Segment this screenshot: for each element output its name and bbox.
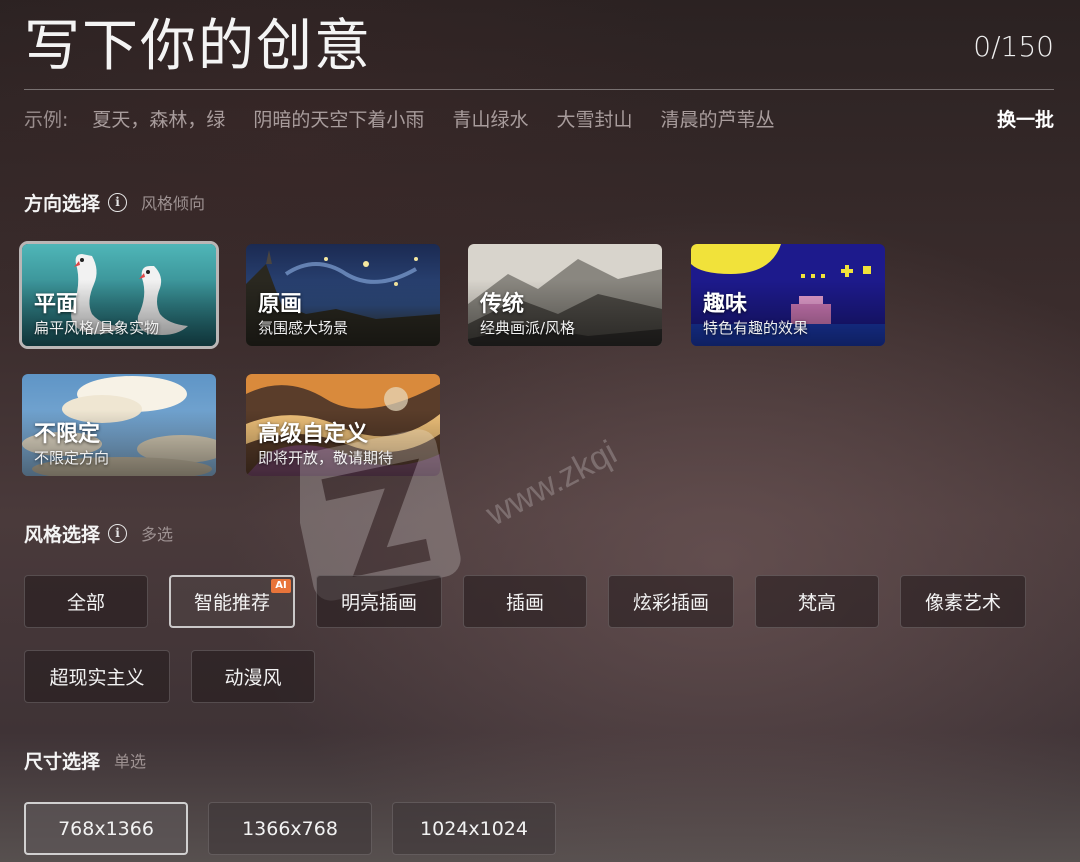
card-description: 氛围感大场景 xyxy=(258,319,349,337)
style-chip-surrealism[interactable]: 超现实主义 xyxy=(24,650,170,703)
style-label: 风格选择 xyxy=(24,523,101,546)
card-title: 不限定 xyxy=(34,422,101,447)
direction-sub: 风格倾向 xyxy=(141,194,206,213)
card-title: 原画 xyxy=(258,292,303,317)
card-description: 经典画派/风格 xyxy=(480,319,576,337)
header: 写下你的创意 0/150 xyxy=(24,14,1054,90)
example-item[interactable]: 大雪封山 xyxy=(556,105,632,132)
card-description: 不限定方向 xyxy=(34,449,110,467)
card-description: 扁平风格/具象实物 xyxy=(34,319,160,337)
card-title: 趣味 xyxy=(703,292,748,317)
card-title: 传统 xyxy=(480,292,525,317)
size-option-1366x768[interactable]: 1366x768 xyxy=(208,802,372,855)
example-item[interactable]: 清晨的芦苇丛 xyxy=(660,105,774,132)
size-option-1024x1024[interactable]: 1024x1024 xyxy=(392,802,556,855)
style-chip-van-gogh[interactable]: 梵高 xyxy=(755,575,879,628)
example-item[interactable]: 青山绿水 xyxy=(452,105,528,132)
card-description: 特色有趣的效果 xyxy=(703,319,809,337)
size-section-header: 尺寸选择 单选 xyxy=(24,747,146,773)
example-item[interactable]: 阴暗的天空下着小雨 xyxy=(253,105,424,132)
examples-lead: 示例: xyxy=(24,108,69,131)
card-title: 高级自定义 xyxy=(258,422,369,447)
style-chip-colorful-illustration[interactable]: 炫彩插画 xyxy=(608,575,734,628)
direction-card-flat[interactable]: 平面 扁平风格/具象实物 xyxy=(19,241,219,349)
direction-card-traditional[interactable]: 传统 经典画派/风格 xyxy=(468,244,662,346)
direction-card-advanced-custom[interactable]: 高级自定义 即将开放，敬请期待 xyxy=(246,374,440,476)
style-chip-illustration[interactable]: 插画 xyxy=(463,575,587,628)
card-title: 平面 xyxy=(34,292,79,317)
prompt-title[interactable]: 写下你的创意 xyxy=(24,14,372,80)
watermark-text: www.zkqi xyxy=(479,433,623,534)
info-icon[interactable]: i xyxy=(108,192,128,212)
card-description: 即将开放，敬请期待 xyxy=(258,449,394,467)
example-item[interactable]: 夏天，森林，绿 xyxy=(92,105,225,132)
direction-label: 方向选择 xyxy=(24,192,101,215)
chip-label: 智能推荐 xyxy=(193,592,270,614)
info-icon[interactable]: i xyxy=(108,523,128,543)
ai-badge: AI xyxy=(271,579,291,593)
direction-section-header: 方向选择 i 风格倾向 xyxy=(24,189,205,215)
size-sub: 单选 xyxy=(114,752,147,771)
style-chip-bright-illustration[interactable]: 明亮插画 xyxy=(316,575,442,628)
size-label: 尺寸选择 xyxy=(24,750,101,773)
style-chip-all[interactable]: 全部 xyxy=(24,575,148,628)
refresh-examples-button[interactable]: 换一批 xyxy=(997,105,1054,132)
style-section-header: 风格选择 i 多选 xyxy=(24,520,173,546)
style-sub: 多选 xyxy=(141,525,174,544)
direction-card-unrestricted[interactable]: 不限定 不限定方向 xyxy=(22,374,216,476)
style-chip-anime[interactable]: 动漫风 xyxy=(191,650,315,703)
style-chip-smart-recommend[interactable]: 智能推荐 AI xyxy=(169,575,295,628)
size-option-768x1366[interactable]: 768x1366 xyxy=(24,802,188,855)
char-counter: 0/150 xyxy=(973,30,1054,63)
direction-card-concept-art[interactable]: 原画 氛围感大场景 xyxy=(246,244,440,346)
examples-row: 示例: 夏天，森林，绿 阴暗的天空下着小雨 青山绿水 大雪封山 清晨的芦苇丛 换… xyxy=(24,104,1054,132)
style-chip-pixel-art[interactable]: 像素艺术 xyxy=(900,575,1026,628)
direction-card-fun[interactable]: 趣味 特色有趣的效果 xyxy=(691,244,885,346)
